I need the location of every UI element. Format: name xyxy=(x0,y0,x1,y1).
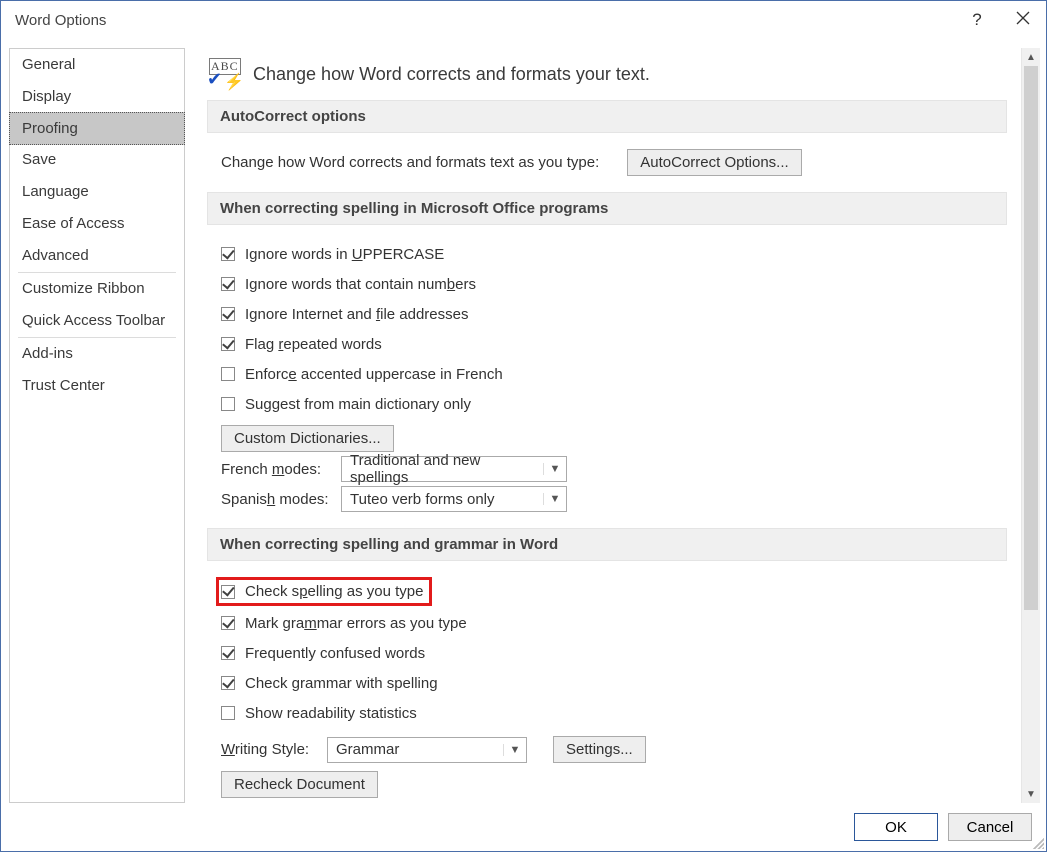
label-grammar-with-spelling: Check grammar with spelling xyxy=(245,675,438,692)
section-word-spelling-title: When correcting spelling and grammar in … xyxy=(207,528,1007,561)
label-ignore-uppercase: Ignore words in UPPERCASE xyxy=(245,246,444,263)
ok-button[interactable]: OK xyxy=(854,813,938,841)
scroll-thumb[interactable] xyxy=(1024,66,1038,610)
chevron-down-icon: ▼ xyxy=(543,493,566,505)
proofing-icon: ABC ✔ ⚡ xyxy=(209,60,241,88)
sidebar-item-display[interactable]: Display xyxy=(10,81,184,113)
main-panel: ABC ✔ ⚡ Change how Word corrects and for… xyxy=(195,48,1021,803)
sidebar-item-general[interactable]: General xyxy=(10,49,184,81)
french-modes-dropdown[interactable]: Traditional and new spellings ▼ xyxy=(341,456,567,482)
sidebar-item-save[interactable]: Save xyxy=(10,144,184,176)
section-office-spelling-title: When correcting spelling in Microsoft Of… xyxy=(207,192,1007,225)
vertical-scrollbar[interactable]: ▲ ▼ xyxy=(1021,48,1040,803)
label-readability: Show readability statistics xyxy=(245,705,417,722)
sidebar-item-trust-center[interactable]: Trust Center xyxy=(10,370,184,402)
french-modes-label: French modes: xyxy=(221,461,331,478)
titlebar: Word Options ? xyxy=(1,1,1046,40)
scroll-up-icon[interactable]: ▲ xyxy=(1022,48,1040,66)
section-autocorrect-title: AutoCorrect options xyxy=(207,100,1007,133)
sidebar-item-customize-ribbon[interactable]: Customize Ribbon xyxy=(10,273,184,305)
window-title: Word Options xyxy=(15,12,954,29)
label-ignore-numbers: Ignore words that contain numbers xyxy=(245,276,476,293)
checkbox-flag-repeated[interactable] xyxy=(221,337,235,351)
check-icon: ✔ xyxy=(207,69,222,90)
checkbox-mark-grammar[interactable] xyxy=(221,616,235,630)
sidebar: General Display Proofing Save Language E… xyxy=(9,48,185,803)
autocorrect-desc: Change how Word corrects and formats tex… xyxy=(221,154,599,171)
page-heading: Change how Word corrects and formats you… xyxy=(253,64,650,85)
checkbox-check-spelling[interactable] xyxy=(221,585,235,599)
highlight-check-spelling: Check spelling as you type xyxy=(216,577,432,606)
close-button[interactable] xyxy=(1000,1,1046,39)
autocorrect-options-button[interactable]: AutoCorrect Options... xyxy=(627,149,801,176)
close-icon xyxy=(1016,10,1030,30)
checkbox-enforce-french[interactable] xyxy=(221,367,235,381)
label-enforce-french: Enforce accented uppercase in French xyxy=(245,366,503,383)
label-check-spelling: Check spelling as you type xyxy=(245,583,423,600)
label-frequently-confused: Frequently confused words xyxy=(245,645,425,662)
sidebar-item-proofing[interactable]: Proofing xyxy=(9,112,185,145)
spanish-modes-dropdown[interactable]: Tuteo verb forms only ▼ xyxy=(341,486,567,512)
checkbox-grammar-with-spelling[interactable] xyxy=(221,676,235,690)
checkbox-suggest-main-dict[interactable] xyxy=(221,397,235,411)
dialog-footer: OK Cancel xyxy=(1,803,1046,851)
chevron-down-icon: ▼ xyxy=(503,744,526,756)
chevron-down-icon: ▼ xyxy=(543,463,566,475)
sidebar-item-language[interactable]: Language xyxy=(10,176,184,208)
sidebar-item-advanced[interactable]: Advanced xyxy=(10,240,184,272)
checkbox-readability[interactable] xyxy=(221,706,235,720)
spanish-modes-label: Spanish modes: xyxy=(221,491,331,508)
sidebar-item-ease-of-access[interactable]: Ease of Access xyxy=(10,208,184,240)
checkbox-ignore-uppercase[interactable] xyxy=(221,247,235,261)
sidebar-item-add-ins[interactable]: Add-ins xyxy=(10,338,184,370)
writing-style-dropdown[interactable]: Grammar ▼ xyxy=(327,737,527,763)
resize-grip[interactable] xyxy=(1030,835,1044,849)
label-suggest-main-dict: Suggest from main dictionary only xyxy=(245,396,471,413)
window-controls: ? xyxy=(954,1,1046,39)
label-mark-grammar: Mark grammar errors as you type xyxy=(245,615,467,632)
scroll-down-icon[interactable]: ▼ xyxy=(1022,785,1040,803)
cancel-button[interactable]: Cancel xyxy=(948,813,1032,841)
bolt-icon: ⚡ xyxy=(224,72,244,92)
label-ignore-internet: Ignore Internet and file addresses xyxy=(245,306,469,323)
custom-dictionaries-button[interactable]: Custom Dictionaries... xyxy=(221,425,394,452)
checkbox-ignore-internet[interactable] xyxy=(221,307,235,321)
label-flag-repeated: Flag repeated words xyxy=(245,336,382,353)
recheck-document-button[interactable]: Recheck Document xyxy=(221,771,378,798)
settings-button[interactable]: Settings... xyxy=(553,736,646,763)
writing-style-label: Writing Style: xyxy=(221,741,317,758)
checkbox-frequently-confused[interactable] xyxy=(221,646,235,660)
sidebar-item-quick-access-toolbar[interactable]: Quick Access Toolbar xyxy=(10,305,184,337)
checkbox-ignore-numbers[interactable] xyxy=(221,277,235,291)
help-button[interactable]: ? xyxy=(954,1,1000,39)
